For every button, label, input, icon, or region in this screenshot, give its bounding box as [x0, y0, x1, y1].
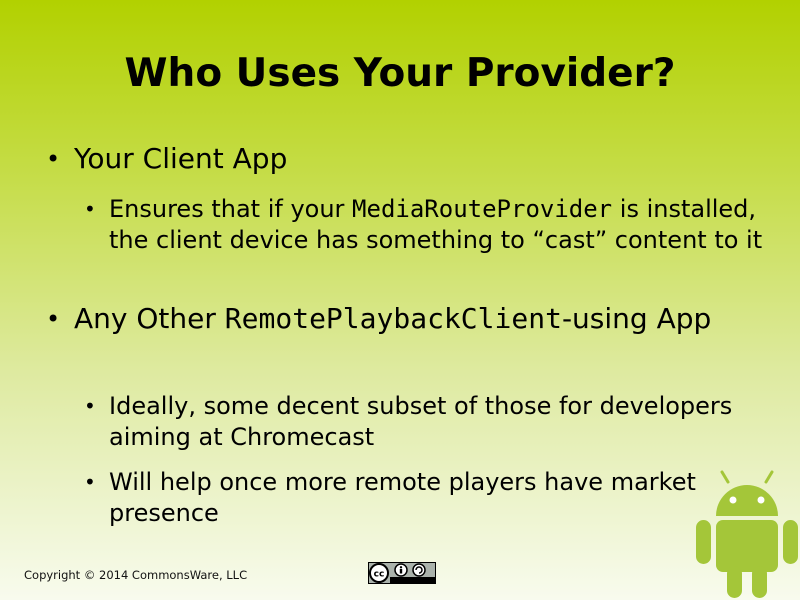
- sub-bullet-text: Ideally, some decent subset of those for…: [109, 392, 733, 451]
- cc-by-sa-icon: cc: [368, 562, 436, 584]
- bullet-text-after: -using App: [561, 302, 712, 335]
- sub-bullet-ideally: Ideally, some decent subset of those for…: [84, 391, 769, 453]
- footer-copyright: Copyright © 2014 CommonsWare, LLC: [24, 568, 248, 582]
- sub-bullet-will-help: Will help once more remote players have …: [84, 467, 769, 529]
- code-remote-playback-client: RemotePlaybackClient: [224, 302, 562, 335]
- sub-bullet-text-before: Ensures that if your: [109, 195, 353, 223]
- bullet-text: Your Client App: [74, 142, 288, 175]
- slide-content: Your Client App Ensures that if your Med…: [0, 0, 800, 600]
- sub-bullet-ensures: Ensures that if your MediaRouteProvider …: [84, 194, 769, 256]
- sub-bullet-text: Will help once more remote players have …: [109, 468, 696, 527]
- bullet-text-before: Any Other: [74, 302, 225, 335]
- code-media-route-provider: MediaRouteProvider: [352, 195, 613, 223]
- android-robot-icon: [696, 470, 798, 598]
- svg-text:cc: cc: [374, 570, 385, 580]
- bullet-other-apps: Any Other RemotePlaybackClient-using App: [46, 301, 754, 337]
- bullet-client-app: Your Client App: [46, 141, 754, 177]
